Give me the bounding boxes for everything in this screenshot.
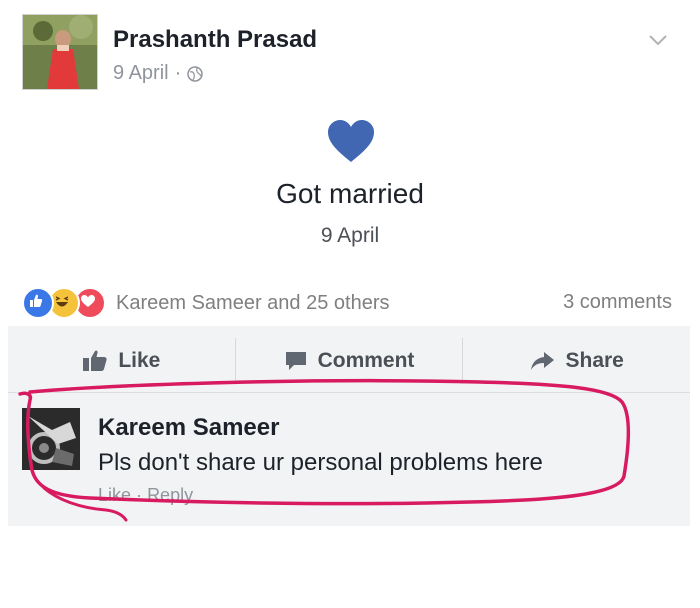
comment-icon [285,352,306,370]
post-date[interactable]: 9 April [113,62,169,85]
comment-reply-link[interactable]: Reply [147,485,193,505]
share-label: Share [565,349,624,372]
share-arrow-icon [531,352,555,370]
section-divider [8,392,690,393]
chevron-down-icon[interactable] [646,28,670,52]
comment-author[interactable]: Kareem Sameer [98,414,279,442]
author-avatar[interactable] [22,14,98,90]
comment-count[interactable]: 3 comments [563,291,672,314]
meta-separator: · [174,62,182,84]
heart-icon [328,120,374,162]
post-meta: 9 April · [113,62,204,85]
facebook-post: Prashanth Prasad 9 April · Got married 9… [0,0,700,608]
comment-text: Pls don't share ur personal problems her… [98,449,543,476]
globe-icon[interactable] [187,65,204,82]
life-event-title: Got married [276,178,424,209]
comment-actions: Like · Reply [98,485,193,506]
commenter-avatar[interactable] [22,408,80,470]
avatar-photo [22,408,80,470]
comment-like-link[interactable]: Like [98,485,131,505]
comment-label: Comment [317,349,415,372]
like-label: Like [118,349,161,372]
life-event-date: 9 April [320,224,380,247]
action-bar: Like Comment Share [8,330,690,392]
avatar-photo [23,15,97,89]
reactions-summary[interactable]: Kareem Sameer and 25 others [22,286,390,320]
comment-dot: · [136,485,143,505]
comment-button[interactable]: Comment [236,330,463,392]
like-reaction-icon [22,287,54,319]
like-button[interactable]: Like [8,330,235,392]
reaction-names[interactable]: Kareem Sameer and 25 others [116,292,390,315]
author-name[interactable]: Prashanth Prasad [113,26,317,54]
share-button[interactable]: Share [463,330,690,392]
thumbs-up-icon [83,350,107,371]
